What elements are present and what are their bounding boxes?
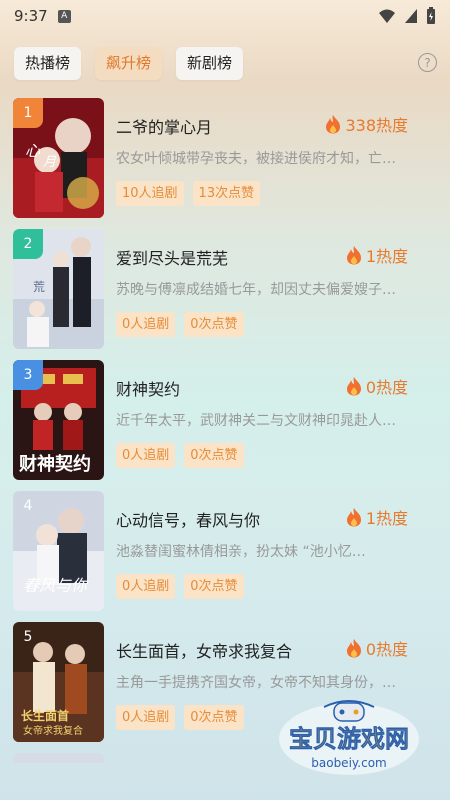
follow-count: 0人追剧	[116, 705, 176, 730]
wifi-icon	[379, 9, 395, 23]
rank-badge: 2	[13, 229, 43, 259]
drama-title: 二爷的掌心月	[116, 118, 213, 137]
watermark-text: 宝贝游戏网	[289, 725, 409, 753]
fire-icon	[346, 246, 361, 265]
svg-text:春风与你: 春风与你	[23, 576, 89, 595]
tab-rising[interactable]: 飙升榜	[95, 47, 163, 80]
watermark-url: baobeiy.com	[311, 756, 386, 770]
tab-new[interactable]: 新剧榜	[176, 47, 244, 80]
svg-text:女帝求我复合: 女帝求我复合	[23, 724, 83, 737]
status-bar: 9:37 A	[0, 0, 450, 32]
list-item[interactable]: 财神契约 3 财神契约 0热度 近千年太平，武财神关二与文财神印晁赴人… 0人追…	[0, 360, 450, 491]
list-item[interactable]: 心 月 1 二爷的掌心月 338热度 农女叶倾城带孕丧夫，被接进侯府才知，亡… …	[0, 98, 450, 229]
list-item[interactable]: 春风与你 4 心动信号，春风与你 1热度 池淼替闺蜜林倩相亲，扮太妹 “池小忆……	[0, 491, 450, 622]
follow-count: 0人追剧	[116, 574, 176, 599]
drama-poster[interactable]: 长生面首 女帝求我复合 5	[13, 622, 104, 742]
follow-count: 0人追剧	[116, 443, 176, 468]
stats-chips: 0人追剧 0次点赞	[116, 574, 244, 599]
stats-chips: 0人追剧 0次点赞	[116, 312, 244, 337]
like-count: 0次点赞	[184, 312, 244, 337]
like-count: 0次点赞	[184, 705, 244, 730]
heat-value: 1热度	[365, 509, 408, 528]
list-item[interactable]: 荒 2 爱到尽头是荒芜 1热度 苏晚与傅凛成结婚七年，却因丈夫偏爱嫂子… 0人追…	[0, 229, 450, 360]
next-item-peek	[13, 753, 104, 763]
heat-value: 1热度	[365, 247, 408, 266]
ranking-tabs: 热播榜 飙升榜 新剧榜	[14, 47, 244, 80]
follow-count: 0人追剧	[116, 312, 176, 337]
svg-text:心: 心	[25, 142, 41, 160]
fire-icon	[346, 639, 361, 658]
fire-icon	[346, 377, 361, 396]
drama-description: 苏晚与傅凛成结婚七年，却因丈夫偏爱嫂子…	[116, 282, 396, 298]
stats-chips: 10人追剧 13次点赞	[116, 181, 261, 206]
like-count: 13次点赞	[192, 181, 261, 206]
fire-icon	[346, 508, 361, 527]
heat-score: 1热度	[346, 505, 408, 529]
battery-icon	[427, 7, 435, 24]
rank-badge: 3	[13, 360, 43, 390]
drama-title: 爱到尽头是荒芜	[116, 249, 229, 268]
drama-description: 主角一手提携齐国女帝，女帝不知其身份，…	[116, 675, 396, 691]
stats-chips: 0人追剧 0次点赞	[116, 705, 244, 730]
like-count: 0次点赞	[184, 574, 244, 599]
like-count: 0次点赞	[184, 443, 244, 468]
heat-value: 338热度	[345, 116, 408, 135]
drama-title: 心动信号，春风与你	[116, 511, 261, 530]
drama-poster[interactable]: 心 月 1	[13, 98, 104, 218]
notification-icon: A	[57, 9, 71, 23]
drama-description: 近千年太平，武财神关二与文财神印晁赴人…	[116, 413, 396, 429]
drama-description: 池淼替闺蜜林倩相亲，扮太妹 “池小忆…	[116, 544, 366, 560]
rank-badge: 1	[13, 98, 43, 128]
status-icons	[378, 7, 436, 25]
heat-score: 0热度	[346, 636, 408, 660]
drama-poster[interactable]: 春风与你 4	[13, 491, 104, 611]
signal-icon	[405, 9, 417, 23]
drama-poster[interactable]: 荒 2	[13, 229, 104, 349]
tab-hot[interactable]: 热播榜	[14, 47, 82, 80]
drama-title: 长生面首，女帝求我复合	[116, 642, 293, 661]
drama-list: 心 月 1 二爷的掌心月 338热度 农女叶倾城带孕丧夫，被接进侯府才知，亡… …	[0, 98, 450, 763]
stats-chips: 0人追剧 0次点赞	[116, 443, 244, 468]
heat-score: 0热度	[346, 374, 408, 398]
svg-text:月: 月	[43, 155, 57, 170]
heat-score: 1热度	[346, 243, 408, 267]
drama-poster[interactable]: 财神契约 3	[13, 360, 104, 480]
fire-icon	[326, 115, 341, 134]
rank-badge: 4	[23, 498, 33, 514]
heat-score: 338热度	[325, 112, 408, 136]
heat-value: 0热度	[365, 640, 408, 659]
clock: 9:37	[14, 7, 48, 25]
svg-text:长生面首: 长生面首	[21, 708, 69, 723]
drama-description: 农女叶倾城带孕丧夫，被接进侯府才知，亡…	[116, 151, 396, 167]
drama-title: 财神契约	[116, 380, 181, 399]
svg-text:财神契约: 财神契约	[19, 453, 91, 475]
svg-text:荒: 荒	[33, 280, 45, 294]
help-icon[interactable]: ?	[418, 53, 437, 72]
watermark-logo: 宝贝游戏网 baobeiy.com	[274, 697, 424, 782]
heat-value: 0热度	[365, 378, 408, 397]
follow-count: 10人追剧	[116, 181, 184, 206]
rank-badge: 5	[23, 629, 33, 645]
